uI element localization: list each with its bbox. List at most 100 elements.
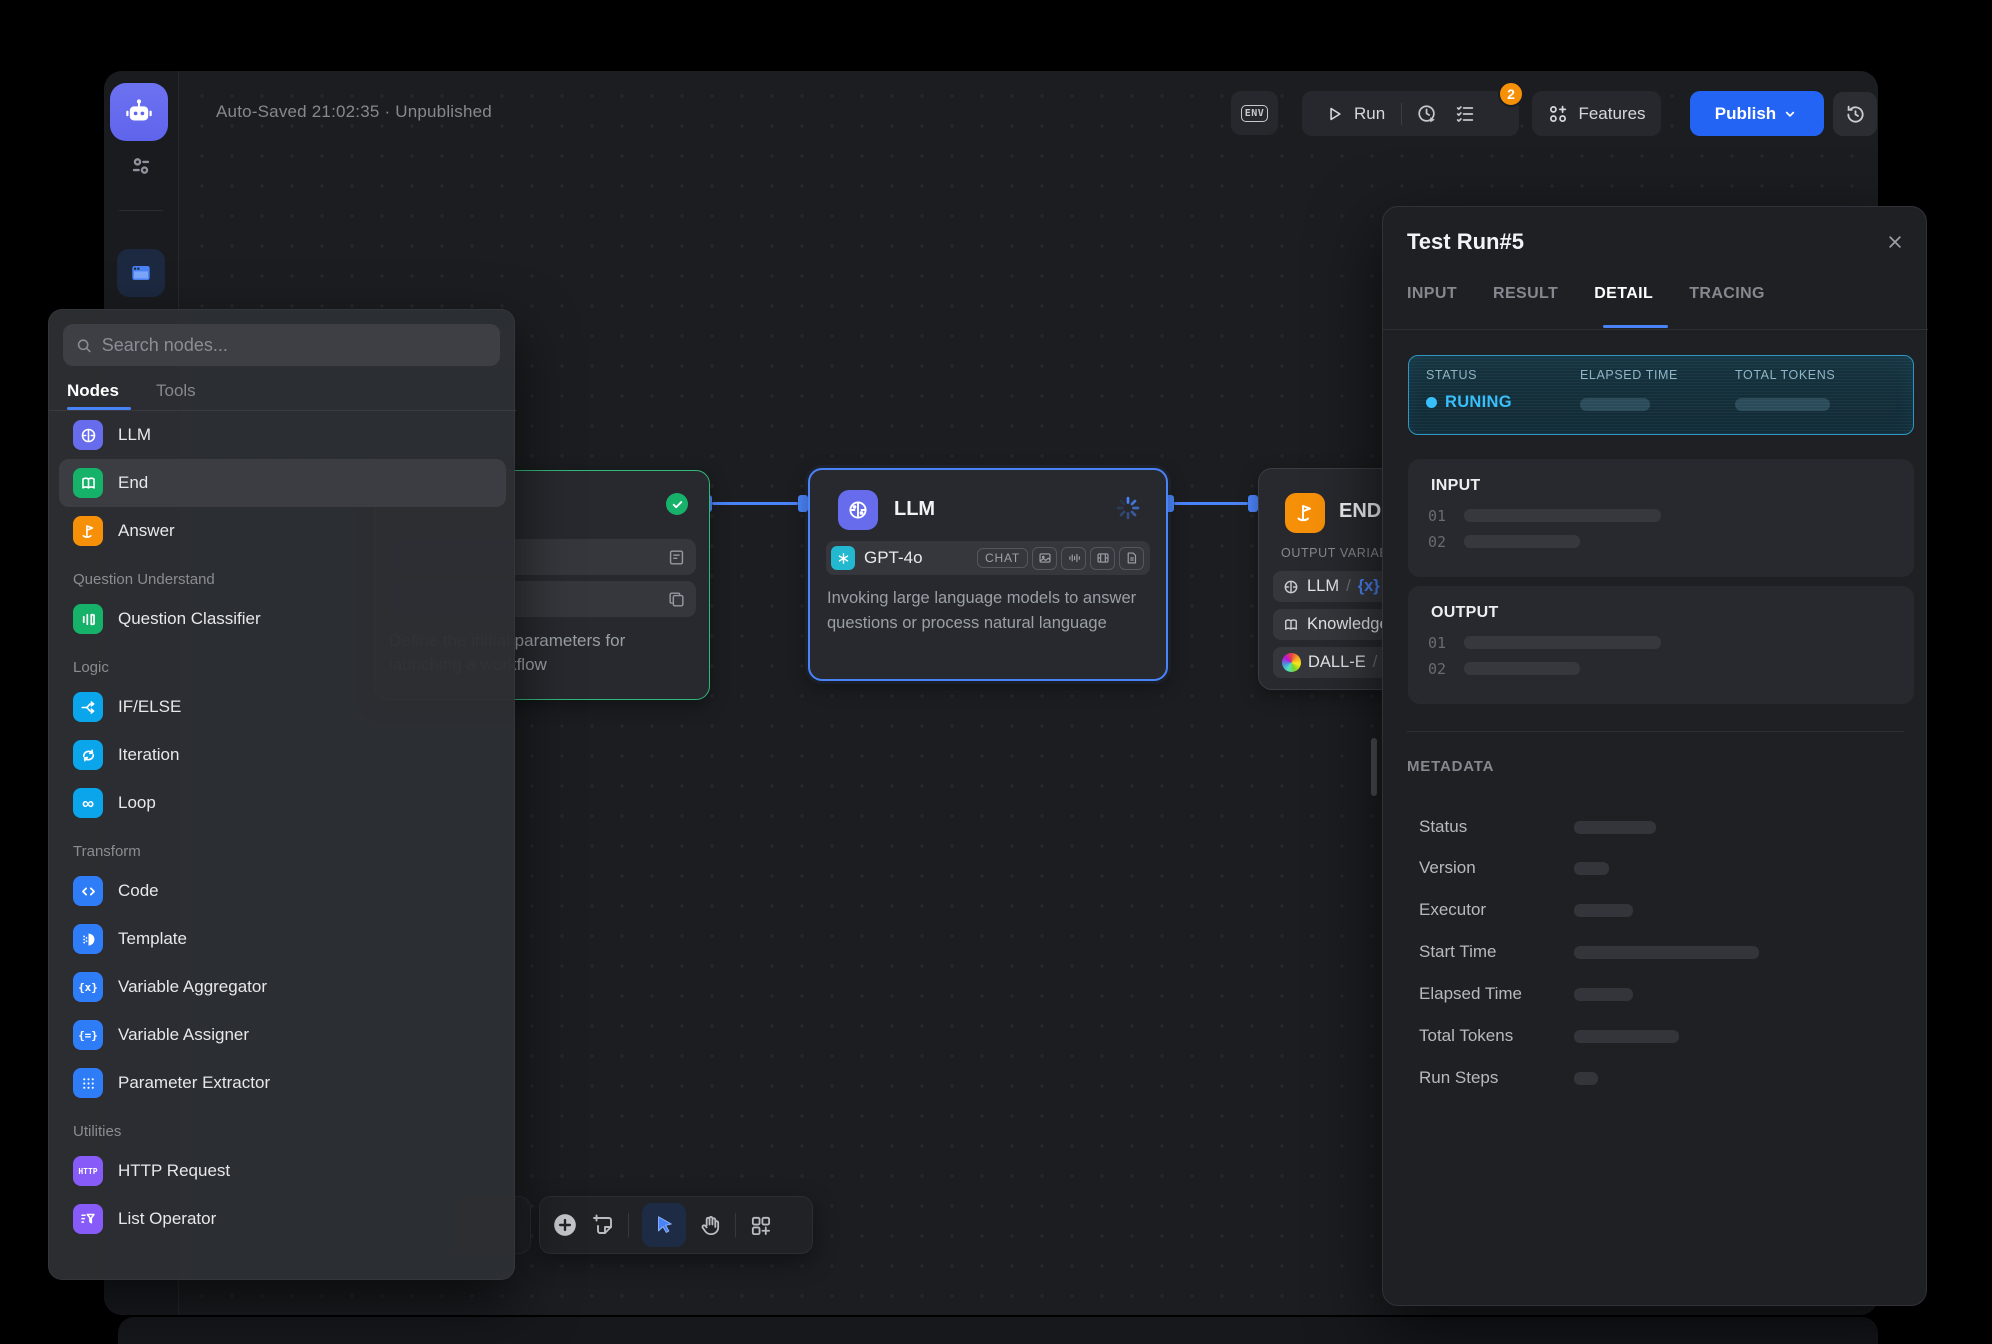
hand-mode-button[interactable] (699, 1214, 722, 1237)
edge-llm-end (1174, 502, 1248, 505)
add-note-button[interactable] (591, 1213, 615, 1237)
organize-layout-button[interactable] (749, 1214, 772, 1237)
var-node-name: Knowledge (1307, 615, 1389, 634)
preview-panel-button[interactable] (117, 249, 165, 297)
chevron-down-icon (1781, 105, 1799, 123)
llm-input-handle[interactable] (798, 495, 808, 512)
node-item-llm[interactable]: LLM (49, 411, 516, 459)
tab-tracing[interactable]: TRACING (1689, 285, 1765, 303)
llm-node[interactable]: LLM (808, 468, 1168, 681)
parameter-extractor-icon (73, 1068, 103, 1098)
node-item-end[interactable]: End (59, 459, 506, 507)
model-selector[interactable]: GPT-4o CHAT (826, 541, 1150, 575)
active-tab-underline (1603, 325, 1668, 328)
play-icon[interactable] (1324, 104, 1344, 124)
run-button[interactable]: Run (1354, 104, 1385, 124)
total-tokens-label: TOTAL TOKENS (1735, 368, 1835, 382)
node-item-label: Iteration (118, 745, 179, 765)
checklist-icon[interactable] (1454, 103, 1476, 125)
node-item-label: Question Classifier (118, 609, 261, 629)
node-item-list-operator[interactable]: List Operator (49, 1195, 516, 1243)
tab-detail[interactable]: DETAIL (1594, 285, 1653, 303)
test-run-panel: Test Run#5 INPUT RESULT DETAIL TRACING S… (1382, 206, 1927, 1306)
meta-label: Total Tokens (1419, 1026, 1513, 1046)
var-separator: / (1346, 577, 1351, 596)
model-name: GPT-4o (864, 548, 923, 568)
pointer-mode-button[interactable] (642, 1203, 686, 1247)
node-item-label: Parameter Extractor (118, 1073, 270, 1093)
skeleton-bar (1574, 821, 1656, 834)
rail-divider (119, 210, 163, 211)
node-item-loop[interactable]: ∞ Loop (49, 779, 516, 827)
node-item-http-request[interactable]: HTTP HTTP Request (49, 1147, 516, 1195)
group-header: Utilities (49, 1107, 516, 1147)
panel-divider (1407, 731, 1904, 732)
node-item-label: End (118, 473, 148, 493)
search-icon (75, 336, 93, 355)
answer-icon (73, 516, 103, 546)
node-item-code[interactable]: Code (49, 867, 516, 915)
publish-label: Publish (1715, 104, 1776, 124)
node-item-variable-aggregator[interactable]: {x} Variable Aggregator (49, 963, 516, 1011)
run-history-clock-icon[interactable] (1416, 103, 1438, 125)
status-value: RUNING (1445, 393, 1512, 412)
skeleton-bar (1574, 862, 1609, 875)
loop-icon: ∞ (73, 788, 103, 818)
node-item-label: Variable Assigner (118, 1025, 249, 1045)
end-input-handle[interactable] (1248, 495, 1258, 512)
tab-tools[interactable]: Tools (156, 381, 196, 401)
llm-node-description: Invoking large language models to answer… (827, 586, 1157, 636)
node-item-answer[interactable]: Answer (49, 507, 516, 555)
node-item-question-classifier[interactable]: Question Classifier (49, 595, 516, 643)
meta-label: Start Time (1419, 942, 1496, 962)
search-input[interactable] (102, 335, 488, 356)
document-capability-icon (1119, 547, 1144, 570)
var-token: {x} (1358, 577, 1380, 596)
env-button[interactable]: ENV (1231, 91, 1278, 135)
code-icon (73, 876, 103, 906)
paragraph-copy-icon (667, 590, 686, 609)
node-item-label: Variable Aggregator (118, 977, 267, 997)
node-item-label: List Operator (118, 1209, 216, 1229)
node-item-variable-assigner[interactable]: {=} Variable Assigner (49, 1011, 516, 1059)
line-number: 02 (1428, 660, 1446, 678)
tab-nodes[interactable]: Nodes (67, 381, 119, 401)
status-label: STATUS (1426, 368, 1477, 382)
skeleton-bar (1574, 988, 1633, 1001)
canvas-scrollbar-thumb[interactable] (1371, 738, 1377, 796)
skeleton-bar (1574, 1072, 1598, 1085)
workflow-settings-icon[interactable] (127, 152, 155, 180)
skeleton-bar (1464, 662, 1580, 675)
node-item-if-else[interactable]: IF/ELSE (49, 683, 516, 731)
node-item-iteration[interactable]: Iteration (49, 731, 516, 779)
meta-label: Executor (1419, 900, 1486, 920)
run-panel-tabs: INPUT RESULT DETAIL TRACING (1407, 285, 1765, 303)
end-icon (73, 468, 103, 498)
audio-capability-icon (1061, 547, 1086, 570)
node-item-label: LLM (118, 425, 151, 445)
search-box (63, 324, 500, 366)
history-icon (1844, 103, 1867, 126)
output-card: OUTPUT 01 02 (1408, 586, 1914, 704)
llm-node-title: LLM (894, 498, 935, 521)
skeleton-bar (1735, 398, 1830, 411)
features-button[interactable]: Features (1532, 91, 1661, 136)
text-field-icon (667, 548, 686, 567)
node-item-parameter-extractor[interactable]: Parameter Extractor (49, 1059, 516, 1107)
running-spinner-icon (1114, 494, 1142, 522)
features-icon (1547, 103, 1569, 125)
tab-input[interactable]: INPUT (1407, 285, 1457, 303)
skeleton-bar (1464, 636, 1661, 649)
add-node-button[interactable] (552, 1212, 578, 1238)
var-separator: / (1373, 653, 1378, 672)
node-item-template[interactable]: Template (49, 915, 516, 963)
version-history-button[interactable] (1833, 92, 1877, 136)
app-logo-robot-icon[interactable] (110, 83, 168, 141)
node-item-label: HTTP Request (118, 1161, 230, 1181)
toolbar-divider (735, 1213, 736, 1237)
group-header: Question Understand (49, 555, 516, 595)
tab-result[interactable]: RESULT (1493, 285, 1558, 303)
close-icon[interactable] (1884, 231, 1906, 253)
background-window-edge (118, 1317, 1878, 1344)
publish-button[interactable]: Publish (1690, 91, 1824, 136)
